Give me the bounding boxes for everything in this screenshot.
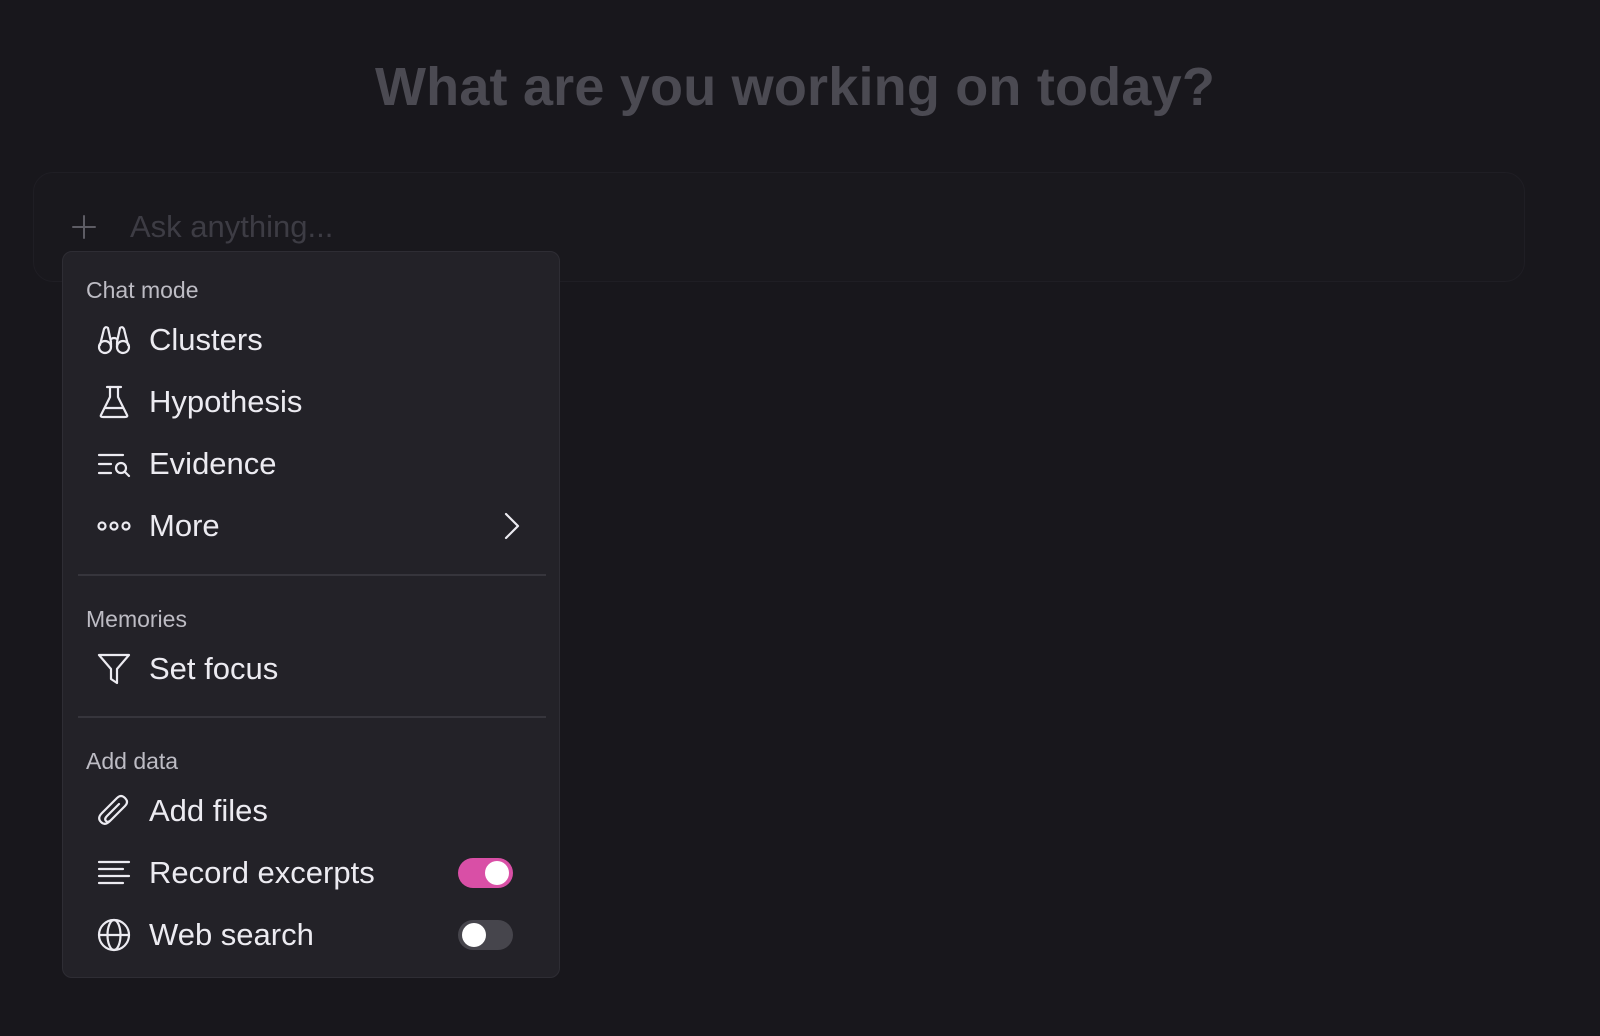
binoculars-icon (95, 321, 133, 359)
page-title: What are you working on today? (374, 57, 1216, 117)
text-lines-icon (95, 854, 133, 892)
menu-item-more[interactable]: More (79, 498, 545, 554)
filter-icon (95, 650, 133, 688)
section-label-chat-mode: Chat mode (86, 277, 199, 303)
menu-item-hypothesis[interactable]: Hypothesis (79, 374, 545, 430)
menu-item-label: Web search (149, 917, 314, 952)
menu-item-label: More (149, 508, 220, 543)
menu-item-label: Record excerpts (149, 855, 375, 890)
menu-item-label: Evidence (149, 446, 277, 481)
menu-item-label: Hypothesis (149, 384, 303, 419)
menu-divider (78, 716, 546, 718)
menu-item-label: Add files (149, 793, 268, 828)
flask-icon (95, 383, 133, 421)
menu-item-evidence[interactable]: Evidence (79, 436, 545, 492)
dots-icon (95, 507, 133, 545)
paperclip-icon (95, 792, 133, 830)
add-button[interactable] (68, 211, 100, 243)
globe-icon (95, 916, 133, 954)
toggle-knob (485, 861, 509, 885)
menu-item-add-files[interactable]: Add files (79, 783, 545, 839)
chat-input[interactable] (130, 203, 1430, 251)
attachments-menu: Chat mode Clusters Hypothesis Evidence M… (62, 251, 560, 978)
menu-item-clusters[interactable]: Clusters (79, 312, 545, 368)
menu-item-set-focus[interactable]: Set focus (79, 641, 545, 697)
menu-item-record-excerpts[interactable]: Record excerpts (79, 845, 545, 901)
menu-divider (78, 574, 546, 576)
toggle-knob (462, 923, 486, 947)
chevron-right-icon (504, 512, 520, 540)
section-label-memories: Memories (86, 606, 187, 632)
menu-item-label: Set focus (149, 651, 279, 686)
section-label-add-data: Add data (86, 748, 179, 774)
list-search-icon (95, 445, 133, 483)
menu-item-web-search[interactable]: Web search (79, 907, 545, 963)
web-search-toggle[interactable] (458, 920, 513, 950)
plus-icon (72, 215, 96, 239)
record-excerpts-toggle[interactable] (458, 858, 513, 888)
menu-item-label: Clusters (149, 322, 263, 357)
